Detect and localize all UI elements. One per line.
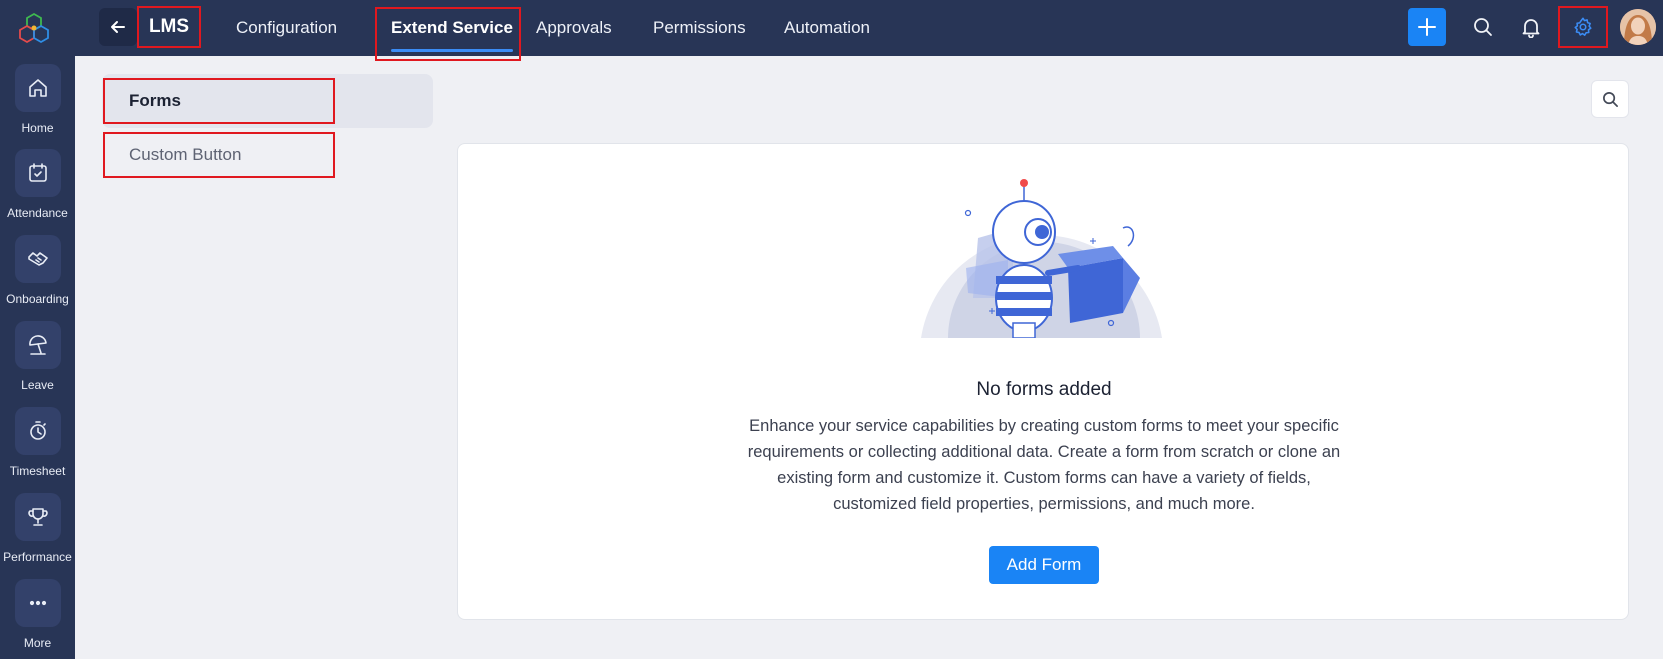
rail-item-onboarding[interactable]: Onboarding [0,231,75,315]
home-icon [14,64,61,112]
add-button[interactable] [1408,8,1446,46]
add-form-button[interactable]: Add Form [989,546,1099,584]
service-name[interactable]: LMS [137,6,201,48]
tab-permissions[interactable]: Permissions [653,0,746,56]
settings-button[interactable] [1558,6,1608,48]
rail-label: Attendance [7,206,68,220]
search-button[interactable] [1468,12,1498,42]
calendar-check-icon [14,149,61,197]
rail-item-performance[interactable]: Performance [0,489,75,573]
tab-automation[interactable]: Automation [784,0,870,56]
rail-item-attendance[interactable]: Attendance [0,145,75,229]
rail-item-home[interactable]: Home [0,60,75,144]
tab-configuration[interactable]: Configuration [236,0,337,56]
top-nav-bar: LMS Configuration Extend Service Approva… [75,0,1663,61]
app-logo-icon[interactable] [17,11,51,45]
content-search-button[interactable] [1591,80,1629,118]
rail-label: Leave [21,378,54,392]
back-button[interactable] [99,8,137,46]
menu-item-custom-button[interactable]: Custom Button [103,132,335,178]
bell-icon [1522,19,1540,38]
search-icon [1474,18,1492,36]
more-dots-icon [14,579,61,627]
stopwatch-icon [14,407,61,455]
plus-icon [1418,18,1436,36]
empty-state-description: Enhance your service capabilities by cre… [747,417,1341,513]
handshake-icon [14,235,61,283]
empty-state-title: No forms added [976,379,1112,400]
rail-item-timesheet[interactable]: Timesheet [0,403,75,487]
empty-state-card: No forms added Enhance your service capa… [457,143,1629,620]
trophy-icon [14,493,61,541]
rail-label: Onboarding [6,292,69,306]
tab-extend-service[interactable]: Extend Service [383,0,525,56]
arrow-left-icon [111,21,125,33]
rail-label: Timesheet [9,464,66,478]
rail-label: More [23,636,52,650]
gear-icon [1574,17,1592,36]
menu-item-forms[interactable]: Forms [103,78,335,124]
rail-item-more[interactable]: More [0,575,75,659]
robot-box-illustration [921,179,1162,338]
rail-item-leave[interactable]: Leave [0,317,75,401]
notifications-button[interactable] [1516,12,1546,42]
avatar[interactable] [1620,9,1656,45]
rail-label: Performance [3,550,72,564]
beach-umbrella-icon [14,321,61,369]
user-avatar-icon [1620,9,1656,45]
search-icon [1602,91,1618,107]
app-rail: Home Attendance Onboarding Leave Timeshe… [0,0,75,659]
tab-approvals[interactable]: Approvals [536,0,612,56]
rail-label: Home [21,121,54,135]
